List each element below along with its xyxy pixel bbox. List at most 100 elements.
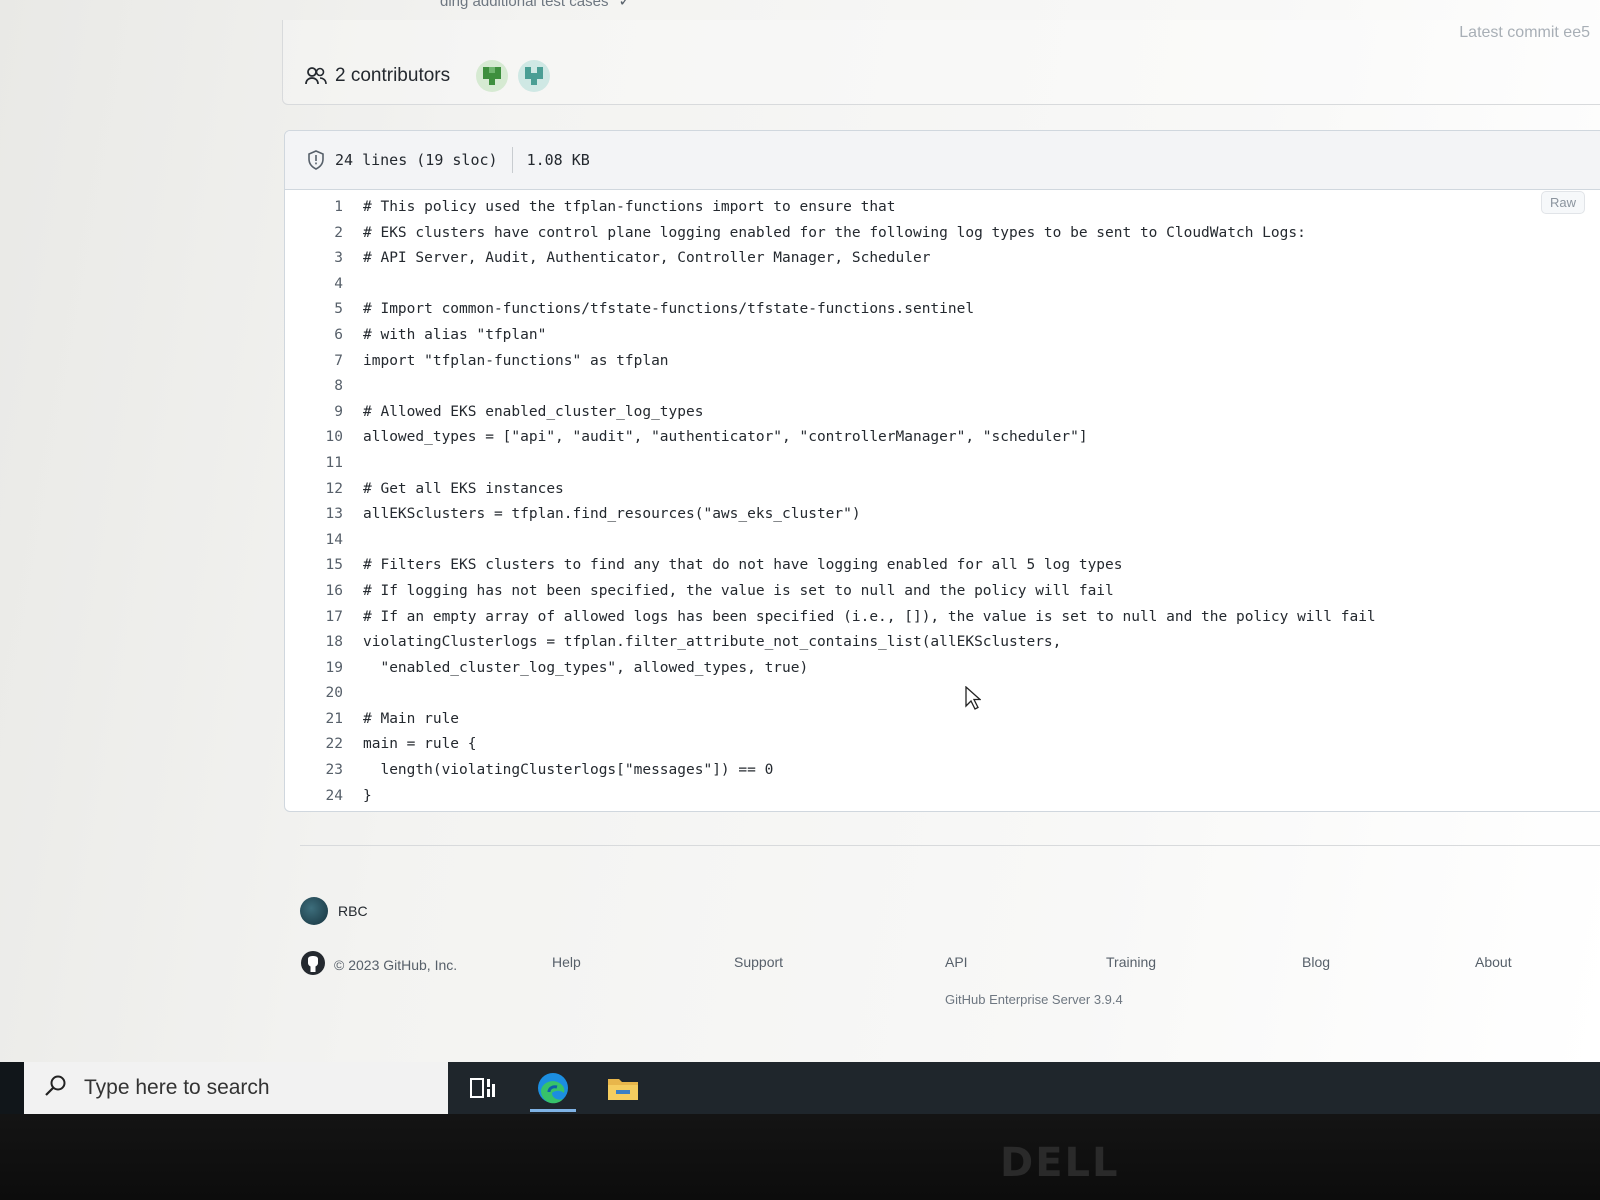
line-content: # Filters EKS clusters to find any that … [363,557,1123,574]
line-content: # Main rule [363,710,460,727]
code-line: 10 allowed_types = ["api", "audit", "auth… [285,425,1600,451]
file-explorer-icon[interactable] [588,1062,658,1114]
windows-taskbar [0,1062,1600,1114]
code-line: 14 [285,528,1600,554]
footer-copyright: © 2023 GitHub, Inc. [300,950,457,979]
search-input[interactable] [82,1075,426,1101]
code-line: 1 # This policy used the tfplan-functions… [285,195,1600,221]
footer-link-training[interactable]: Training [1106,954,1156,970]
line-number[interactable]: 19 [285,656,363,682]
code-line: 17 # If an empty array of allowed logs ha… [285,605,1600,631]
monitor-bezel: DELL [0,1114,1600,1200]
line-content: # If logging has not been specified, the… [363,582,1114,599]
line-number[interactable]: 6 [285,323,363,349]
line-content: import "tfplan-functions" as tfplan [363,352,669,369]
contributor-avatar-1[interactable] [476,60,509,92]
line-number[interactable]: 9 [285,400,363,426]
code-line: 6 # with alias "tfplan" [285,323,1600,349]
line-number[interactable]: 12 [285,477,363,503]
code-line: 15 # Filters EKS clusters to find any tha… [285,553,1600,579]
org-row[interactable]: RBC [300,897,368,925]
code-line: 4 [285,272,1600,298]
start-button[interactable] [0,1062,24,1114]
footer-link-about[interactable]: About [1475,954,1512,970]
line-number[interactable]: 10 [285,425,363,451]
line-number[interactable]: 18 [285,630,363,656]
code-line: 22 main = rule { [285,732,1600,758]
section-divider [300,845,1600,846]
contributors-count[interactable]: 2 contributors [335,65,450,87]
line-content: # Import common-functions/tfstate-functi… [363,301,975,318]
task-view-icon[interactable] [448,1062,518,1114]
file-header: 24 lines (19 sloc) 1.08 KB [285,131,1600,190]
line-number[interactable]: 1 [285,195,363,221]
code-line: 3 # API Server, Audit, Authenticator, Con… [285,246,1600,272]
dell-logo: DELL [1000,1140,1120,1186]
shield-icon [307,150,325,170]
footer-link-help[interactable]: Help [552,954,581,970]
line-number[interactable]: 20 [285,681,363,707]
contributor-avatar-2[interactable] [518,60,551,92]
line-number[interactable]: 15 [285,553,363,579]
line-number[interactable]: 21 [285,707,363,733]
line-content: # EKS clusters have control plane loggin… [363,224,1306,241]
code-line: 9 # Allowed EKS enabled_cluster_log_types [285,400,1600,426]
org-name[interactable]: RBC [338,903,368,919]
footer-link-blog[interactable]: Blog [1302,954,1330,970]
code-line: 7 import "tfplan-functions" as tfplan [285,349,1600,375]
line-content: # Get all EKS instances [363,480,564,497]
org-avatar[interactable] [300,897,328,925]
search-icon [44,1074,68,1103]
edge-icon[interactable] [518,1062,588,1114]
contributor-avatars [476,60,551,92]
line-number[interactable]: 24 [285,784,363,810]
contributors-panel: 2 contributors [282,20,1600,105]
code-line: 8 [285,374,1600,400]
footer-link-support[interactable]: Support [734,954,783,970]
line-number[interactable]: 2 [285,221,363,247]
code-line: 19 "enabled_cluster_log_types", allowed_… [285,656,1600,682]
footer: © 2023 GitHub, Inc. Help Support API Tra… [300,950,1540,976]
line-number[interactable]: 13 [285,502,363,528]
line-content: "enabled_cluster_log_types", allowed_typ… [363,659,809,676]
file-viewer: 24 lines (19 sloc) 1.08 KB Raw 1 # This p… [284,130,1600,812]
code-listing: 1 # This policy used the tfplan-functions… [285,195,1600,809]
copyright-text: © 2023 GitHub, Inc. [334,956,458,973]
line-number[interactable]: 22 [285,732,363,758]
line-content: length(violatingClusterlogs["messages"])… [363,762,774,779]
line-number[interactable]: 14 [285,528,363,554]
code-line: 18 violatingClusterlogs = tfplan.filter_a… [285,630,1600,656]
commit-message-text[interactable]: ding additional test cases [440,0,608,10]
line-number[interactable]: 17 [285,605,363,631]
line-number[interactable]: 8 [285,374,363,400]
line-content: # with alias "tfplan" [363,326,547,343]
taskbar-search[interactable] [24,1062,448,1114]
line-content: allEKSclusters = tfplan.find_resources("… [363,506,861,523]
line-content: # Allowed EKS enabled_cluster_log_types [363,403,704,420]
file-size: 1.08 KB [526,151,590,169]
line-number[interactable]: 7 [285,349,363,375]
commit-message[interactable]: ding additional test cases ✓ [440,0,631,10]
line-number[interactable]: 5 [285,297,363,323]
file-lines-info: 24 lines (19 sloc) [335,151,498,169]
line-content: main = rule { [363,736,477,753]
github-page: ding additional test cases ✓ Latest commi… [0,0,1600,1062]
line-content: } [363,787,372,804]
code-line: 11 [285,451,1600,477]
line-number[interactable]: 11 [285,451,363,477]
github-logo-icon[interactable] [300,950,326,979]
line-number[interactable]: 23 [285,758,363,784]
check-icon: ✓ [618,0,632,10]
code-line: 23 length(violatingClusterlogs["messages… [285,758,1600,784]
mouse-cursor-icon [965,685,982,715]
people-icon [305,66,327,86]
line-number[interactable]: 4 [285,272,363,298]
contributors-row[interactable]: 2 contributors [305,60,551,92]
line-content: violatingClusterlogs = tfplan.filter_att… [363,634,1062,651]
code-line: 16 # If logging has not been specified, t… [285,579,1600,605]
code-line: 13 allEKSclusters = tfplan.find_resources… [285,502,1600,528]
line-number[interactable]: 16 [285,579,363,605]
line-content: # API Server, Audit, Authenticator, Cont… [363,250,931,267]
footer-link-api[interactable]: API [945,954,968,970]
line-number[interactable]: 3 [285,246,363,272]
